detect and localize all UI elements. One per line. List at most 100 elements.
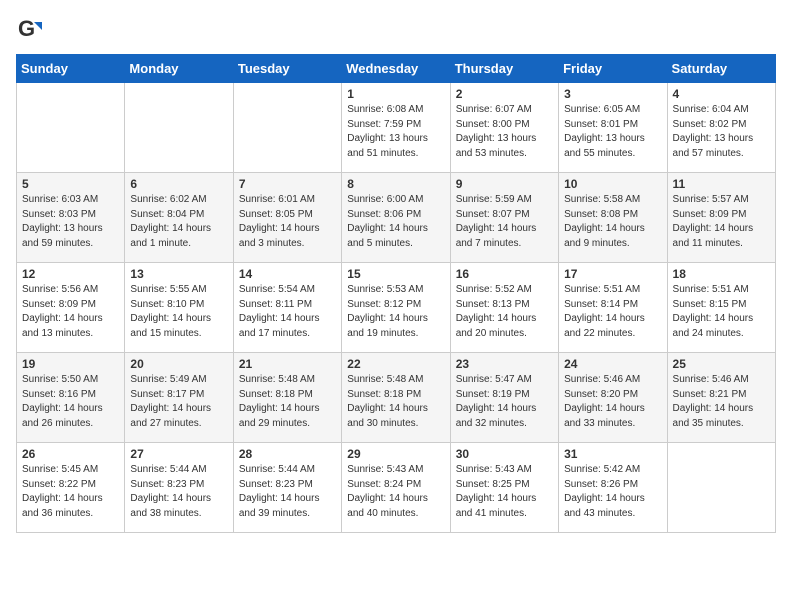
calendar-week-4: 19 Sunrise: 5:50 AM Sunset: 8:16 PM Dayli… <box>17 353 776 443</box>
calendar-cell: 25Sunrise: 5:46 AM Sunset: 8:21 PM Dayli… <box>667 353 775 443</box>
calendar-cell <box>17 83 125 173</box>
day-number: 23 <box>456 357 553 371</box>
day-info: Sunrise: 5:51 AM Sunset: 8:15 PM Dayligh… <box>673 283 770 341</box>
day-number: 16 <box>456 267 553 281</box>
day-number: 15 <box>347 267 444 281</box>
day-number: 28 <box>239 447 336 461</box>
calendar-cell: 21 Sunrise: 5:48 AM Sunset: 8:18 PM Dayli… <box>233 353 341 443</box>
calendar-cell: 19 Sunrise: 5:50 AM Sunset: 8:16 PM Dayli… <box>17 353 125 443</box>
calendar-cell: 11 Sunrise: 5:57 AM Sunset: 8:09 PM Dayli… <box>667 173 775 263</box>
calendar-week-1: 1 Sunrise: 6:08 AM Sunset: 7:59 PM Daylig… <box>17 83 776 173</box>
logo-icon: G <box>16 16 44 44</box>
page-header: G <box>16 16 776 44</box>
calendar-cell: 20Sunrise: 5:49 AM Sunset: 8:17 PM Dayli… <box>125 353 233 443</box>
day-info: Sunrise: 5:50 AM Sunset: 8:16 PM Dayligh… <box>22 373 119 431</box>
header-saturday: Saturday <box>667 55 775 83</box>
calendar-cell: 5 Sunrise: 6:03 AM Sunset: 8:03 PM Daylig… <box>17 173 125 263</box>
day-info: Sunrise: 6:02 AM Sunset: 8:04 PM Dayligh… <box>130 193 227 251</box>
day-info: Sunrise: 6:05 AM Sunset: 8:01 PM Dayligh… <box>564 103 661 161</box>
svg-text:G: G <box>18 16 35 41</box>
day-number: 5 <box>22 177 119 191</box>
day-number: 18 <box>673 267 770 281</box>
calendar-week-2: 5 Sunrise: 6:03 AM Sunset: 8:03 PM Daylig… <box>17 173 776 263</box>
header-monday: Monday <box>125 55 233 83</box>
calendar-cell: 30 Sunrise: 5:43 AM Sunset: 8:25 PM Dayli… <box>450 443 558 533</box>
day-number: 10 <box>564 177 661 191</box>
day-number: 3 <box>564 87 661 101</box>
day-number: 29 <box>347 447 444 461</box>
day-number: 21 <box>239 357 336 371</box>
day-info: Sunrise: 6:07 AM Sunset: 8:00 PM Dayligh… <box>456 103 553 161</box>
day-info: Sunrise: 5:47 AM Sunset: 8:19 PM Dayligh… <box>456 373 553 431</box>
calendar-cell <box>125 83 233 173</box>
calendar-cell <box>667 443 775 533</box>
calendar-header-row: SundayMondayTuesdayWednesdayThursdayFrid… <box>17 55 776 83</box>
day-number: 12 <box>22 267 119 281</box>
day-number: 8 <box>347 177 444 191</box>
calendar-week-5: 26 Sunrise: 5:45 AM Sunset: 8:22 PM Dayli… <box>17 443 776 533</box>
day-number: 2 <box>456 87 553 101</box>
calendar-cell: 31 Sunrise: 5:42 AM Sunset: 8:26 PM Dayli… <box>559 443 667 533</box>
calendar-cell: 22Sunrise: 5:48 AM Sunset: 8:18 PM Dayli… <box>342 353 450 443</box>
day-number: 19 <box>22 357 119 371</box>
day-info: Sunrise: 5:43 AM Sunset: 8:25 PM Dayligh… <box>456 463 553 521</box>
day-number: 24 <box>564 357 661 371</box>
day-info: Sunrise: 5:44 AM Sunset: 8:23 PM Dayligh… <box>130 463 227 521</box>
day-number: 9 <box>456 177 553 191</box>
day-info: Sunrise: 5:48 AM Sunset: 8:18 PM Dayligh… <box>347 373 444 431</box>
calendar-cell: 15 Sunrise: 5:53 AM Sunset: 8:12 PM Dayli… <box>342 263 450 353</box>
day-info: Sunrise: 6:03 AM Sunset: 8:03 PM Dayligh… <box>22 193 119 251</box>
calendar-cell: 16 Sunrise: 5:52 AM Sunset: 8:13 PM Dayli… <box>450 263 558 353</box>
calendar-cell: 18 Sunrise: 5:51 AM Sunset: 8:15 PM Dayli… <box>667 263 775 353</box>
day-info: Sunrise: 5:53 AM Sunset: 8:12 PM Dayligh… <box>347 283 444 341</box>
day-info: Sunrise: 6:08 AM Sunset: 7:59 PM Dayligh… <box>347 103 444 161</box>
day-number: 27 <box>130 447 227 461</box>
day-number: 13 <box>130 267 227 281</box>
calendar-cell: 10 Sunrise: 5:58 AM Sunset: 8:08 PM Dayli… <box>559 173 667 263</box>
day-info: Sunrise: 6:04 AM Sunset: 8:02 PM Dayligh… <box>673 103 770 161</box>
calendar-cell: 24Sunrise: 5:46 AM Sunset: 8:20 PM Dayli… <box>559 353 667 443</box>
day-info: Sunrise: 5:45 AM Sunset: 8:22 PM Dayligh… <box>22 463 119 521</box>
day-number: 1 <box>347 87 444 101</box>
calendar-cell: 23 Sunrise: 5:47 AM Sunset: 8:19 PM Dayli… <box>450 353 558 443</box>
day-number: 30 <box>456 447 553 461</box>
day-info: Sunrise: 5:51 AM Sunset: 8:14 PM Dayligh… <box>564 283 661 341</box>
calendar-cell: 29Sunrise: 5:43 AM Sunset: 8:24 PM Dayli… <box>342 443 450 533</box>
header-wednesday: Wednesday <box>342 55 450 83</box>
calendar-cell: 26 Sunrise: 5:45 AM Sunset: 8:22 PM Dayli… <box>17 443 125 533</box>
calendar-cell: 28 Sunrise: 5:44 AM Sunset: 8:23 PM Dayli… <box>233 443 341 533</box>
day-info: Sunrise: 6:01 AM Sunset: 8:05 PM Dayligh… <box>239 193 336 251</box>
calendar-cell: 13 Sunrise: 5:55 AM Sunset: 8:10 PM Dayli… <box>125 263 233 353</box>
calendar-cell: 7Sunrise: 6:01 AM Sunset: 8:05 PM Daylig… <box>233 173 341 263</box>
day-number: 20 <box>130 357 227 371</box>
calendar-table: SundayMondayTuesdayWednesdayThursdayFrid… <box>16 54 776 533</box>
day-info: Sunrise: 5:59 AM Sunset: 8:07 PM Dayligh… <box>456 193 553 251</box>
calendar-cell: 8 Sunrise: 6:00 AM Sunset: 8:06 PM Daylig… <box>342 173 450 263</box>
day-info: Sunrise: 5:55 AM Sunset: 8:10 PM Dayligh… <box>130 283 227 341</box>
day-info: Sunrise: 5:44 AM Sunset: 8:23 PM Dayligh… <box>239 463 336 521</box>
day-info: Sunrise: 5:56 AM Sunset: 8:09 PM Dayligh… <box>22 283 119 341</box>
day-info: Sunrise: 5:57 AM Sunset: 8:09 PM Dayligh… <box>673 193 770 251</box>
calendar-cell: 4Sunrise: 6:04 AM Sunset: 8:02 PM Daylig… <box>667 83 775 173</box>
header-thursday: Thursday <box>450 55 558 83</box>
day-number: 26 <box>22 447 119 461</box>
day-info: Sunrise: 5:58 AM Sunset: 8:08 PM Dayligh… <box>564 193 661 251</box>
day-number: 31 <box>564 447 661 461</box>
calendar-cell: 17Sunrise: 5:51 AM Sunset: 8:14 PM Dayli… <box>559 263 667 353</box>
day-number: 14 <box>239 267 336 281</box>
day-info: Sunrise: 6:00 AM Sunset: 8:06 PM Dayligh… <box>347 193 444 251</box>
day-info: Sunrise: 5:48 AM Sunset: 8:18 PM Dayligh… <box>239 373 336 431</box>
day-number: 25 <box>673 357 770 371</box>
day-info: Sunrise: 5:52 AM Sunset: 8:13 PM Dayligh… <box>456 283 553 341</box>
logo: G <box>16 16 48 44</box>
day-number: 6 <box>130 177 227 191</box>
header-sunday: Sunday <box>17 55 125 83</box>
calendar-cell: 3 Sunrise: 6:05 AM Sunset: 8:01 PM Daylig… <box>559 83 667 173</box>
calendar-cell: 9 Sunrise: 5:59 AM Sunset: 8:07 PM Daylig… <box>450 173 558 263</box>
calendar-cell: 14Sunrise: 5:54 AM Sunset: 8:11 PM Dayli… <box>233 263 341 353</box>
day-number: 11 <box>673 177 770 191</box>
calendar-cell: 2 Sunrise: 6:07 AM Sunset: 8:00 PM Daylig… <box>450 83 558 173</box>
calendar-week-3: 12 Sunrise: 5:56 AM Sunset: 8:09 PM Dayli… <box>17 263 776 353</box>
day-info: Sunrise: 5:42 AM Sunset: 8:26 PM Dayligh… <box>564 463 661 521</box>
calendar-cell: 27 Sunrise: 5:44 AM Sunset: 8:23 PM Dayli… <box>125 443 233 533</box>
